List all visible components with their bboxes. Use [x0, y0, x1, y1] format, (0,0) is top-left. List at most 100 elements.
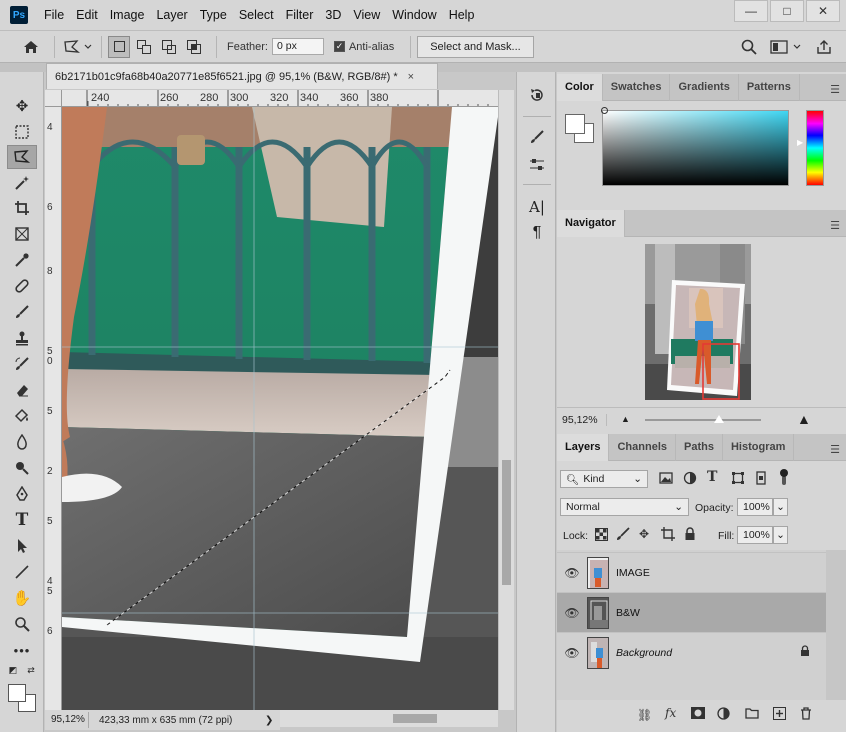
add-selection-mode-button[interactable] — [133, 36, 155, 58]
link-layers-icon[interactable]: ⛓︎ — [637, 708, 652, 722]
vertical-scrollbar[interactable] — [498, 90, 514, 710]
layer-visibility-eye-icon[interactable]: 👁︎ — [557, 566, 587, 580]
adjustments-sliders-icon[interactable] — [523, 154, 551, 176]
menu-type[interactable]: Type — [194, 0, 233, 30]
maximize-button[interactable]: □ — [770, 0, 804, 22]
horizontal-scrollbar[interactable] — [280, 710, 498, 727]
filter-smart-object-icon[interactable] — [754, 471, 768, 488]
magic-wand-tool-icon[interactable] — [7, 171, 37, 195]
path-selection-tool-icon[interactable] — [7, 534, 37, 558]
zoom-in-icon[interactable]: ▲ — [797, 411, 811, 427]
close-window-button[interactable]: ✕ — [806, 0, 840, 22]
minimize-button[interactable]: — — [734, 0, 768, 22]
zoom-out-icon[interactable]: ▲ — [621, 414, 630, 424]
foreground-color-swatch[interactable] — [8, 684, 26, 702]
pen-tool-icon[interactable] — [7, 482, 37, 506]
horizontal-scrollbar-thumb[interactable] — [393, 714, 437, 723]
type-tool-icon[interactable]: T — [7, 508, 37, 532]
filter-pixel-layer-icon[interactable] — [659, 471, 673, 488]
opacity-input[interactable]: 100% — [737, 498, 773, 516]
eraser-tool-icon[interactable] — [7, 378, 37, 402]
vertical-scrollbar-thumb[interactable] — [502, 460, 511, 585]
dodge-tool-icon[interactable] — [7, 456, 37, 480]
delete-layer-icon[interactable] — [800, 707, 812, 723]
zoom-tool-icon[interactable] — [7, 612, 37, 636]
hand-tool-icon[interactable]: ✋ — [7, 586, 37, 610]
navigator-thumbnail[interactable] — [645, 244, 751, 400]
tab-paths[interactable]: Paths — [676, 434, 723, 461]
hue-slider-arrow-icon[interactable]: ▶ — [797, 138, 803, 147]
brush-settings-icon[interactable] — [523, 126, 551, 148]
home-icon[interactable] — [20, 36, 42, 58]
lock-image-pixels-icon[interactable] — [616, 527, 630, 544]
feather-input[interactable]: 0 px — [271, 38, 324, 55]
navigator-zoom-slider[interactable] — [645, 415, 761, 423]
menu-view[interactable]: View — [347, 0, 386, 30]
panel-menu-icon[interactable]: ☰ — [830, 83, 840, 96]
intersect-selection-mode-button[interactable] — [183, 36, 205, 58]
color-panel-foreground-swatch[interactable] — [565, 114, 585, 134]
menu-3d[interactable]: 3D — [319, 0, 347, 30]
filter-toggle-icon[interactable] — [779, 468, 789, 489]
layer-row-bw[interactable]: 👁︎ B&W — [557, 592, 826, 632]
character-panel-icon[interactable]: A| — [523, 196, 551, 218]
select-and-mask-button[interactable]: Select and Mask... — [417, 35, 534, 58]
navigator-zoom-field[interactable]: 95,12% — [557, 413, 607, 426]
tab-swatches[interactable]: Swatches — [603, 74, 671, 101]
document-canvas[interactable] — [62, 107, 498, 710]
document-tab[interactable]: 6b2171b01c9fa68b40a20771e85f6521.jpg @ 9… — [46, 63, 438, 89]
tab-layers[interactable]: Layers — [557, 434, 610, 461]
antialias-checkbox[interactable]: ✓ — [333, 41, 345, 52]
crop-tool-icon[interactable] — [7, 196, 37, 220]
polygonal-lasso-tool-icon[interactable] — [7, 145, 37, 169]
tab-histogram[interactable]: Histogram — [723, 434, 795, 461]
eyedropper-tool-icon[interactable] — [7, 248, 37, 272]
foreground-background-colors[interactable] — [8, 684, 38, 714]
close-document-icon[interactable]: × — [408, 71, 414, 83]
ruler-origin[interactable] — [45, 90, 62, 107]
menu-layer[interactable]: Layer — [150, 0, 193, 30]
hue-slider[interactable] — [806, 110, 824, 186]
menu-edit[interactable]: Edit — [70, 0, 104, 30]
default-colors-icon[interactable]: ◩ — [6, 664, 20, 676]
fill-input[interactable]: 100% — [737, 526, 773, 544]
tab-patterns[interactable]: Patterns — [739, 74, 800, 101]
clone-stamp-tool-icon[interactable] — [7, 326, 37, 350]
lock-position-icon[interactable]: ✥ — [639, 527, 649, 541]
history-panel-icon[interactable] — [523, 84, 551, 106]
layer-visibility-eye-icon[interactable]: 👁︎ — [557, 606, 587, 620]
filter-shape-layer-icon[interactable] — [731, 471, 745, 488]
tab-color[interactable]: Color — [557, 74, 603, 101]
menu-image[interactable]: Image — [104, 0, 151, 30]
ruler-vertical[interactable]: 4 6 8 5 0 5 2 5 4 5 6 — [45, 107, 62, 710]
new-selection-mode-button[interactable] — [108, 35, 130, 58]
layers-scrollbar[interactable] — [826, 550, 846, 700]
tab-gradients[interactable]: Gradients — [670, 74, 739, 101]
tab-channels[interactable]: Channels — [609, 434, 676, 461]
zoom-level-field[interactable]: 95,12% — [45, 712, 89, 728]
paint-bucket-tool-icon[interactable] — [7, 404, 37, 428]
healing-brush-tool-icon[interactable] — [7, 274, 37, 298]
adjustment-layer-icon[interactable] — [717, 707, 730, 723]
filter-type-layer-icon[interactable]: T — [707, 469, 717, 485]
lock-artboards-icon[interactable] — [661, 527, 675, 544]
ruler-horizontal[interactable]: 240 260 280 300 320 340 360 380 — [62, 90, 498, 107]
new-group-icon[interactable] — [745, 707, 759, 722]
menu-help[interactable]: Help — [443, 0, 481, 30]
layer-filter-kind-select[interactable]: 🔍︎ Kind ⌄ — [560, 470, 648, 488]
panel-menu-icon[interactable]: ☰ — [830, 219, 840, 232]
color-picker-field[interactable] — [602, 110, 789, 186]
navigator-zoom-slider-thumb[interactable] — [714, 415, 724, 423]
swap-colors-icon[interactable]: ⇄ — [24, 664, 38, 676]
polygonal-lasso-preset-icon[interactable] — [61, 36, 95, 58]
more-tools-icon[interactable]: ••• — [7, 638, 37, 662]
layer-lock-icon[interactable] — [800, 645, 810, 660]
layer-visibility-eye-icon[interactable]: 👁︎ — [557, 646, 587, 660]
brush-tool-icon[interactable] — [7, 300, 37, 324]
add-mask-icon[interactable] — [691, 707, 705, 722]
layer-effects-icon[interactable]: fx — [665, 706, 676, 720]
move-tool-icon[interactable]: ✥ — [7, 94, 37, 118]
menu-select[interactable]: Select — [233, 0, 280, 30]
filter-adjustment-layer-icon[interactable] — [683, 471, 697, 488]
lock-all-icon[interactable] — [684, 527, 696, 544]
